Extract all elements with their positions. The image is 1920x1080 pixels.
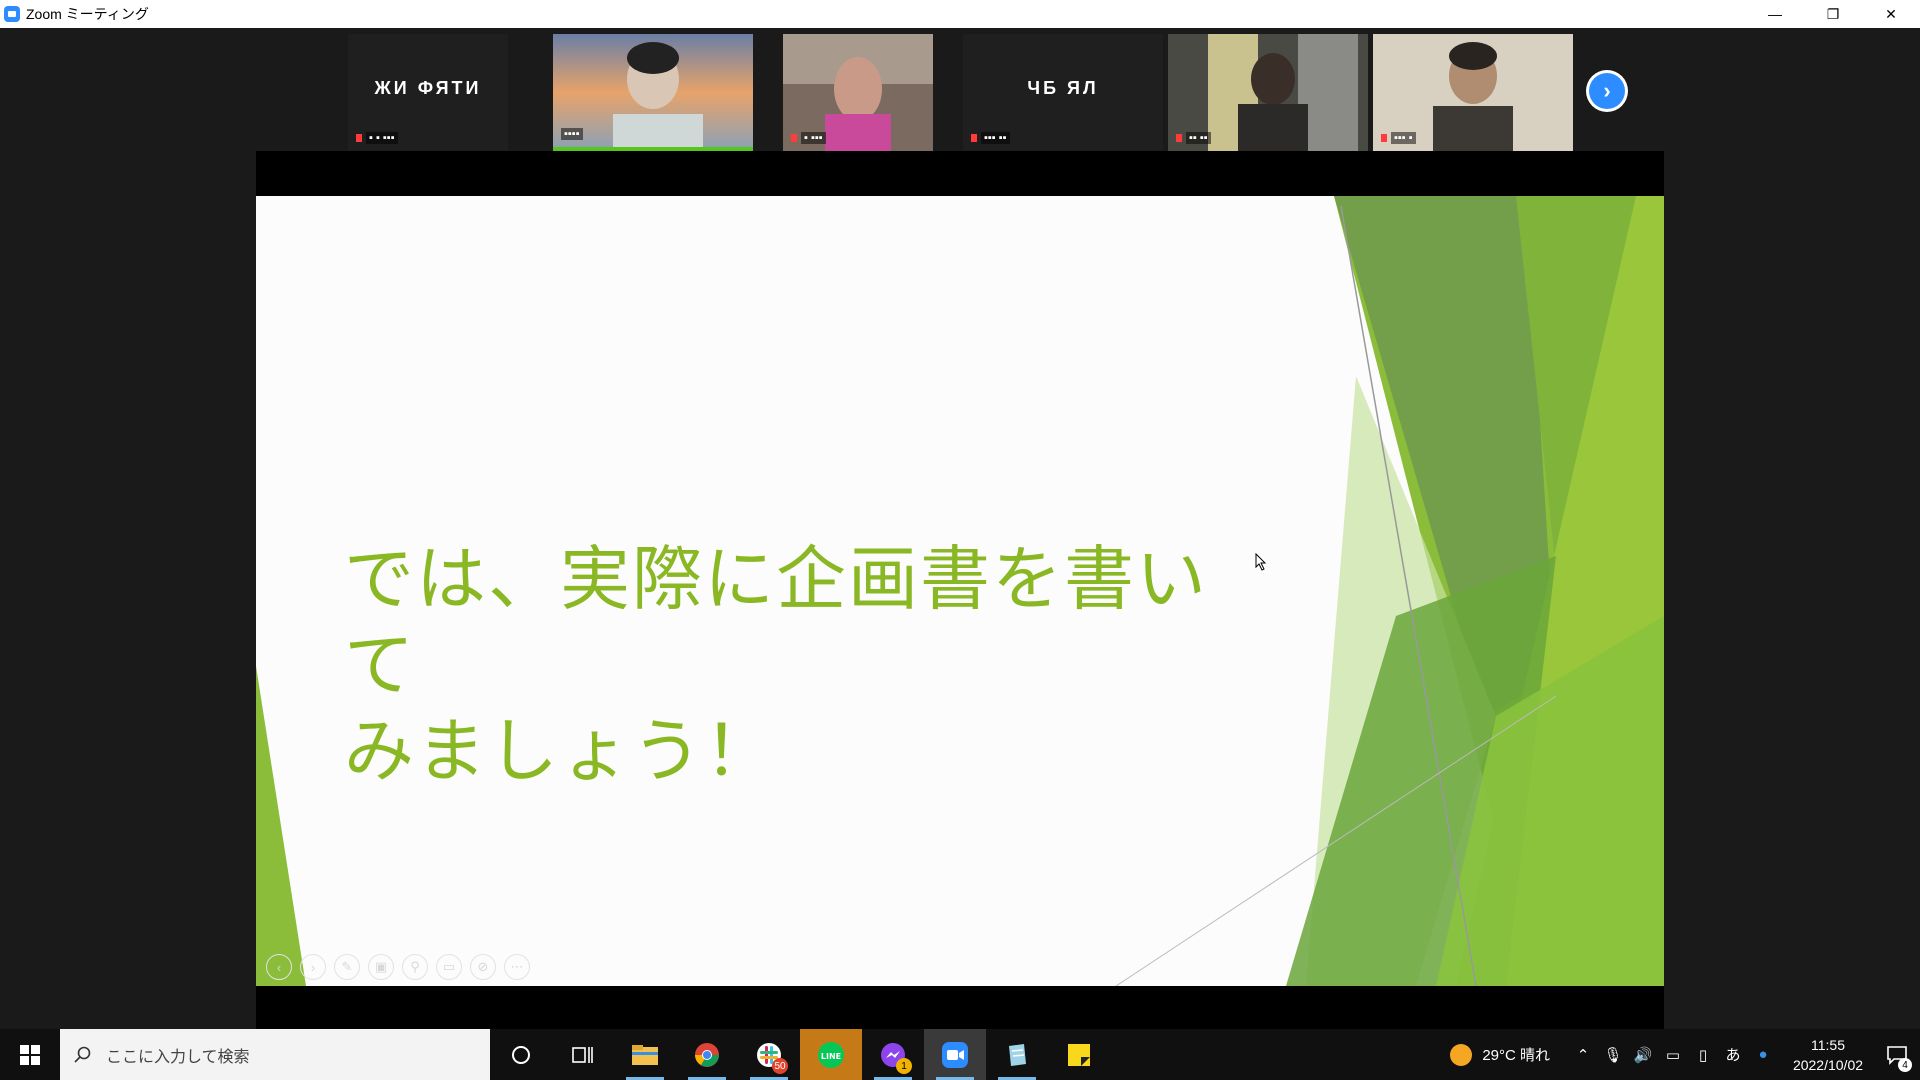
folder-icon (632, 1044, 658, 1065)
more-options-icon[interactable]: ⋯ (504, 954, 530, 980)
participant-label: ▪ ▪ ▪▪▪ (366, 132, 398, 144)
ime-indicator[interactable]: あ (1718, 1044, 1748, 1065)
taskbar-app-slack[interactable]: 50 (738, 1029, 800, 1080)
action-center-button[interactable]: 4 (1874, 1029, 1920, 1080)
participant-name: ЧБ ЯЛ (1027, 78, 1099, 98)
notification-count: 4 (1898, 1058, 1912, 1072)
participant-name: ЖИ ФЯТИ (374, 78, 482, 98)
meeting-content: ЖИ ФЯТИ ▪ ▪ ▪▪▪ ▪▪▪▪ ▪ ▪▪▪ ЧБ ЯЛ ▪▪▪ ▪▪ … (0, 28, 1920, 1029)
mouse-cursor-icon (1255, 553, 1267, 571)
participant-video (553, 34, 753, 147)
battery-icon[interactable]: ▭ (1658, 1046, 1688, 1064)
next-slide-icon[interactable]: › (300, 954, 326, 980)
task-view-icon (572, 1046, 593, 1063)
close-button[interactable]: ✕ (1862, 0, 1920, 28)
clock-time: 11:55 (1811, 1036, 1845, 1053)
notepad-icon (1009, 1043, 1026, 1066)
participant-tile[interactable]: ▪▪▪ ▪ (1373, 34, 1573, 151)
taskbar-app-chrome[interactable] (676, 1029, 738, 1080)
chevron-up-icon[interactable]: ⌃ (1568, 1046, 1598, 1064)
system-tray: 29°C 晴れ ⌃ 🎙 🔊 ▭ ▯ あ ● 11:55 2022/10/02 4 (1450, 1029, 1920, 1080)
clock[interactable]: 11:55 2022/10/02 (1782, 1035, 1874, 1075)
prev-slide-icon[interactable]: ‹ (266, 954, 292, 980)
window-controls: — ❐ ✕ (1746, 0, 1920, 28)
participant-label: ▪▪▪▪ (561, 128, 583, 140)
participant-tile[interactable]: ▪ ▪▪▪ (783, 34, 933, 151)
participant-tile[interactable]: ЧБ ЯЛ ▪▪▪ ▪▪ (963, 34, 1163, 151)
presentation-slide: では、実際に企画書を書いて みましょう！ ‹ › ✎ ▣ ⚲ ▭ ⊘ ⋯ (256, 196, 1664, 986)
mic-muted-icon (971, 134, 977, 142)
microphone-icon[interactable]: 🎙 (1598, 1046, 1628, 1064)
search-icon (74, 1046, 91, 1063)
slide-controls: ‹ › ✎ ▣ ⚲ ▭ ⊘ ⋯ (266, 954, 530, 980)
mic-muted-icon (1176, 134, 1182, 142)
taskbar: ここに入力して検索 50 LINE 1 29°C 晴れ ⌃ 🎙 🔊 ▭ ▯ あ … (0, 1029, 1920, 1080)
participant-tile[interactable]: ▪▪▪▪ (553, 34, 753, 151)
taskbar-search[interactable]: ここに入力して検索 (60, 1029, 490, 1080)
participant-label: ▪▪▪ ▪▪ (981, 132, 1010, 144)
camera-icon[interactable]: ⊘ (470, 954, 496, 980)
participant-strip: ЖИ ФЯТИ ▪ ▪ ▪▪▪ ▪▪▪▪ ▪ ▪▪▪ ЧБ ЯЛ ▪▪▪ ▪▪ … (338, 28, 1628, 153)
participant-tile[interactable]: ЖИ ФЯТИ ▪ ▪ ▪▪▪ (348, 34, 508, 151)
shared-screen: では、実際に企画書を書いて みましょう！ ‹ › ✎ ▣ ⚲ ▭ ⊘ ⋯ (256, 151, 1664, 1029)
taskbar-app-messenger[interactable]: 1 (862, 1029, 924, 1080)
participant-label: ▪▪▪ ▪ (1391, 132, 1416, 144)
search-placeholder: ここに入力して検索 (106, 1048, 250, 1066)
zoom-icon[interactable]: ⚲ (402, 954, 428, 980)
slide-heading-line-2: みましょう！ (344, 710, 776, 792)
zoom-icon (942, 1041, 968, 1068)
clock-date: 2022/10/02 (1792, 1056, 1864, 1073)
zoom-window: Zoom ミーティング — ❐ ✕ ЖИ ФЯТИ ▪ ▪ ▪▪▪ ▪▪▪▪ ▪… (0, 0, 1920, 1080)
weather-widget[interactable]: 29°C 晴れ (1450, 1043, 1550, 1066)
next-page-button[interactable]: › (1586, 70, 1628, 112)
svg-text:LINE: LINE (821, 1052, 841, 1061)
start-button[interactable] (0, 1029, 60, 1080)
slides-grid-icon[interactable]: ▣ (368, 954, 394, 980)
speaker-icon[interactable]: 🔊 (1628, 1046, 1658, 1064)
slide-heading-line-1: では、実際に企画書を書いて (344, 538, 1208, 706)
minimize-button[interactable]: — (1746, 0, 1804, 28)
chrome-icon (695, 1042, 719, 1067)
weather-text: 29°C 晴れ (1482, 1047, 1550, 1064)
title-bar: Zoom ミーティング — ❐ ✕ (0, 0, 1920, 28)
taskbar-app-sticky-notes[interactable] (1048, 1029, 1110, 1080)
line-icon: LINE (818, 1041, 844, 1068)
participant-tile[interactable]: ▪▪ ▪▪ (1168, 34, 1368, 151)
taskbar-app-file-explorer[interactable] (614, 1029, 676, 1080)
slide-heading: では、実際に企画書を書いて みましょう！ (344, 536, 1264, 794)
window-title: Zoom ミーティング (26, 6, 149, 22)
zoom-app-icon (4, 6, 20, 22)
windows-logo-icon (20, 1044, 40, 1065)
notification-badge: 1 (896, 1058, 912, 1074)
cortana-button[interactable] (490, 1029, 552, 1080)
mic-muted-icon (1381, 134, 1387, 142)
participant-label: ▪▪ ▪▪ (1186, 132, 1211, 144)
onedrive-icon[interactable]: ● (1748, 1046, 1778, 1063)
participant-label: ▪ ▪▪▪ (801, 132, 826, 144)
cortana-icon (512, 1045, 530, 1064)
sticky-notes-icon (1068, 1043, 1090, 1066)
sun-icon (1450, 1043, 1473, 1066)
taskbar-app-notepad[interactable] (986, 1029, 1048, 1080)
mic-muted-icon (791, 134, 797, 142)
chevron-right-icon: › (1589, 73, 1625, 109)
taskbar-app-zoom[interactable] (924, 1029, 986, 1080)
taskbar-app-line[interactable]: LINE (800, 1029, 862, 1080)
task-view-button[interactable] (552, 1029, 614, 1080)
mic-muted-icon (356, 134, 362, 142)
restore-button[interactable]: ❐ (1804, 0, 1862, 28)
notification-badge: 50 (772, 1058, 788, 1074)
pen-icon[interactable]: ✎ (334, 954, 360, 980)
network-icon[interactable]: ▯ (1688, 1046, 1718, 1064)
subtitles-icon[interactable]: ▭ (436, 954, 462, 980)
